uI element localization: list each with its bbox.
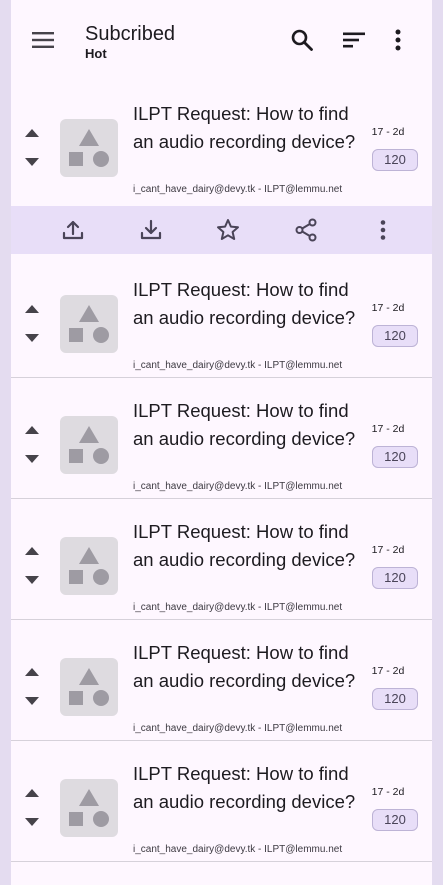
- post-stats: 17 - 2d: [371, 423, 405, 435]
- post-meta: i_cant_have_dairy@devy.tk - ILPT@lemmu.n…: [133, 184, 343, 195]
- post-stats: 17 - 2d: [371, 126, 405, 138]
- post-thumbnail[interactable]: [60, 295, 118, 353]
- post-action-bar: [11, 206, 432, 254]
- downvote-button[interactable]: [21, 571, 43, 589]
- post-card[interactable]: ILPT Request: How to find an audio recor…: [11, 620, 432, 741]
- arrow-down-icon: [25, 818, 39, 826]
- sort-subtitle: Hot: [85, 46, 107, 61]
- placeholder-shapes-icon: [69, 668, 109, 706]
- post-title[interactable]: ILPT Request: How to find an audio recor…: [133, 276, 363, 332]
- search-button[interactable]: [282, 20, 322, 60]
- app-screen: Subcribed Hot ILPT Request: How to find …: [11, 0, 432, 885]
- placeholder-shapes-icon: [69, 426, 109, 464]
- page-title: Subcribed: [85, 23, 176, 45]
- downvote-button[interactable]: [21, 329, 43, 347]
- score-badge: 120: [372, 149, 418, 171]
- sort-icon: [343, 32, 365, 48]
- arrow-down-icon: [25, 158, 39, 166]
- upvote-button[interactable]: [21, 542, 43, 560]
- post-thumbnail[interactable]: [60, 537, 118, 595]
- download-icon: [140, 219, 162, 240]
- upvote-button[interactable]: [21, 124, 43, 142]
- upvote-button[interactable]: [21, 300, 43, 318]
- post-title[interactable]: ILPT Request: How to find an audio recor…: [133, 518, 363, 574]
- upvote-button[interactable]: [21, 784, 43, 802]
- post-meta: i_cant_have_dairy@devy.tk - ILPT@lemmu.n…: [133, 844, 343, 855]
- score-badge: 120: [372, 809, 418, 831]
- more-vert-icon: [395, 29, 401, 51]
- post-feed: ILPT Request: How to find an audio recor…: [11, 86, 432, 862]
- more-vert-icon: [380, 220, 386, 240]
- post-title[interactable]: ILPT Request: How to find an audio recor…: [133, 639, 363, 695]
- arrow-up-icon: [25, 129, 39, 137]
- star-icon: [217, 219, 239, 240]
- arrow-up-icon: [25, 305, 39, 313]
- menu-button[interactable]: [23, 20, 63, 60]
- post-card[interactable]: ILPT Request: How to find an audio recor…: [11, 257, 432, 378]
- upload-icon: [62, 220, 84, 240]
- post-meta: i_cant_have_dairy@devy.tk - ILPT@lemmu.n…: [133, 481, 343, 492]
- post-meta: i_cant_have_dairy@devy.tk - ILPT@lemmu.n…: [133, 723, 343, 734]
- upload-button[interactable]: [56, 213, 90, 247]
- downvote-button[interactable]: [21, 813, 43, 831]
- post-card[interactable]: ILPT Request: How to find an audio recor…: [11, 741, 432, 862]
- post-card[interactable]: ILPT Request: How to find an audio recor…: [11, 499, 432, 620]
- save-star-button[interactable]: [211, 213, 245, 247]
- post-card[interactable]: ILPT Request: How to find an audio recor…: [11, 86, 432, 206]
- post-meta: i_cant_have_dairy@devy.tk - ILPT@lemmu.n…: [133, 602, 343, 613]
- arrow-down-icon: [25, 334, 39, 342]
- download-button[interactable]: [134, 213, 168, 247]
- downvote-button[interactable]: [21, 450, 43, 468]
- post-title[interactable]: ILPT Request: How to find an audio recor…: [133, 397, 363, 453]
- device-frame: Subcribed Hot ILPT Request: How to find …: [0, 0, 443, 885]
- score-badge: 120: [372, 325, 418, 347]
- placeholder-shapes-icon: [69, 129, 109, 167]
- post-thumbnail[interactable]: [60, 779, 118, 837]
- downvote-button[interactable]: [21, 692, 43, 710]
- post-stats: 17 - 2d: [371, 665, 405, 677]
- upvote-button[interactable]: [21, 663, 43, 681]
- more-options-button[interactable]: [378, 20, 418, 60]
- post-more-button[interactable]: [366, 213, 400, 247]
- arrow-down-icon: [25, 455, 39, 463]
- menu-icon: [32, 32, 54, 48]
- search-icon: [291, 29, 313, 51]
- post-card[interactable]: ILPT Request: How to find an audio recor…: [11, 378, 432, 499]
- upvote-button[interactable]: [21, 421, 43, 439]
- downvote-button[interactable]: [21, 153, 43, 171]
- arrow-up-icon: [25, 547, 39, 555]
- top-app-bar: Subcribed Hot: [11, 0, 432, 84]
- arrow-up-icon: [25, 426, 39, 434]
- placeholder-shapes-icon: [69, 547, 109, 585]
- arrow-down-icon: [25, 576, 39, 584]
- share-button[interactable]: [289, 213, 323, 247]
- post-thumbnail[interactable]: [60, 416, 118, 474]
- arrow-up-icon: [25, 668, 39, 676]
- post-meta: i_cant_have_dairy@devy.tk - ILPT@lemmu.n…: [133, 360, 343, 371]
- post-stats: 17 - 2d: [371, 302, 405, 314]
- sort-button[interactable]: [334, 20, 374, 60]
- post-stats: 17 - 2d: [371, 786, 405, 798]
- title-block: Subcribed Hot: [85, 22, 175, 61]
- post-thumbnail[interactable]: [60, 658, 118, 716]
- score-badge: 120: [372, 567, 418, 589]
- post-stats: 17 - 2d: [371, 544, 405, 556]
- score-badge: 120: [372, 688, 418, 710]
- post-thumbnail[interactable]: [60, 119, 118, 177]
- arrow-down-icon: [25, 697, 39, 705]
- post-title[interactable]: ILPT Request: How to find an audio recor…: [133, 100, 363, 156]
- arrow-up-icon: [25, 789, 39, 797]
- score-badge: 120: [372, 446, 418, 468]
- post-title[interactable]: ILPT Request: How to find an audio recor…: [133, 760, 363, 816]
- placeholder-shapes-icon: [69, 305, 109, 343]
- placeholder-shapes-icon: [69, 789, 109, 827]
- share-icon: [295, 218, 317, 242]
